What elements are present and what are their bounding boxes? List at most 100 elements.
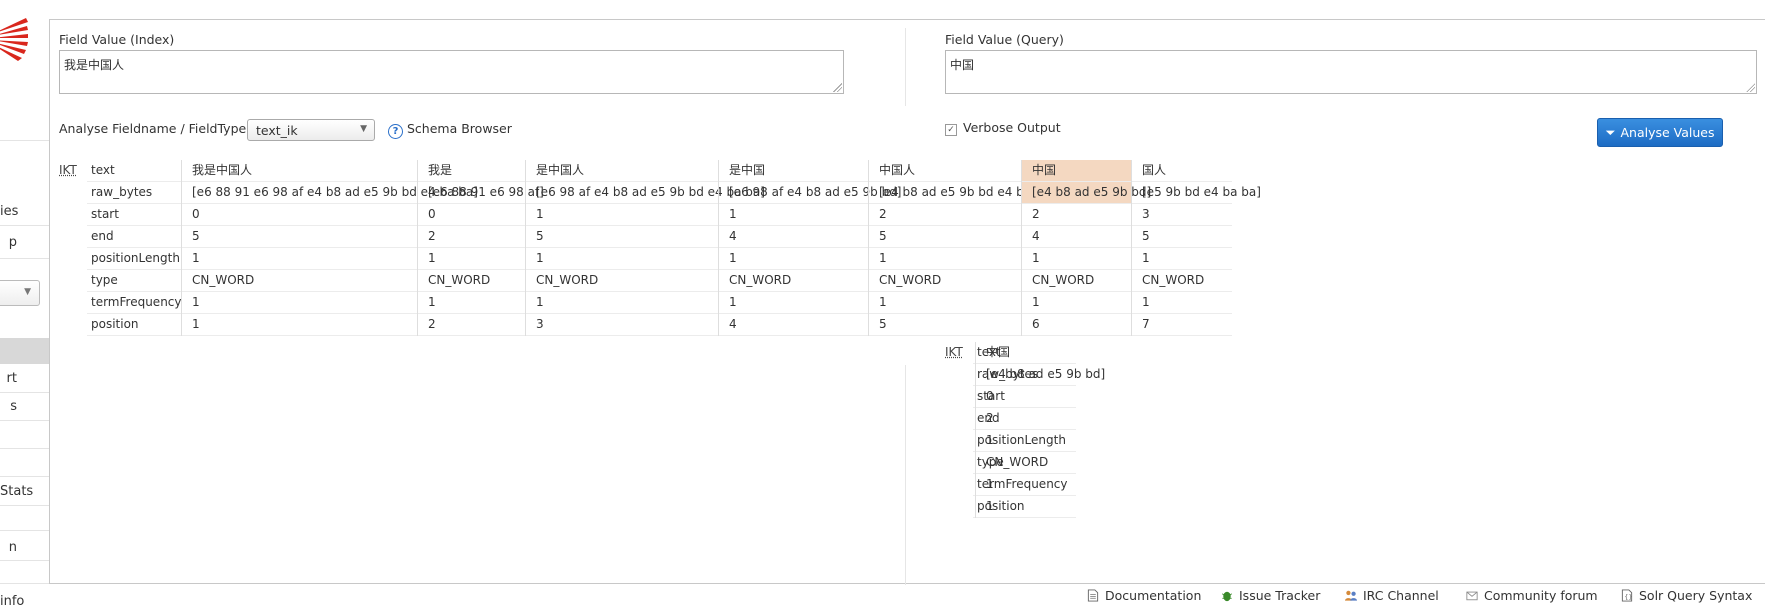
- sidebar: ies p ▼ rt s Stats n info: [0, 0, 49, 614]
- token-position-cell: 1: [976, 496, 1076, 518]
- token-end-cell: 5: [182, 226, 418, 248]
- token-position-cell: 5: [869, 314, 1022, 336]
- row-header-position: position: [87, 314, 189, 336]
- sidebar-item-dataimport[interactable]: rt: [0, 372, 49, 386]
- row-header-start: start: [87, 204, 189, 226]
- token-column: 中国人 [e4 b8 ad e5 9b bd e4 ba ba] 2 5 1 CN_WOR…: [868, 160, 1055, 336]
- checkbox-checked-icon[interactable]: ✓: [945, 124, 957, 136]
- index-field-label: Field Value (Index): [59, 32, 175, 47]
- analysis-panel: Field Value (Index) 我是中国人 Field Value (Q…: [49, 19, 1765, 585]
- token-termfrequency-cell: 1: [869, 292, 1022, 314]
- issue-tracker-link[interactable]: Issue Tracker: [1221, 588, 1320, 603]
- token-type-cell: CN_WORD: [1022, 270, 1132, 292]
- fieldtype-selected-value: text_ik: [256, 123, 298, 138]
- token-text-cell: 中国: [976, 342, 1076, 364]
- sidebar-item-replication[interactable]: n: [0, 541, 49, 555]
- sidebar-item-documents[interactable]: s: [0, 400, 49, 414]
- token-termfrequency-cell: 1: [182, 292, 418, 314]
- sidebar-item-analysis-active[interactable]: [0, 338, 49, 364]
- envelope-icon: [1466, 591, 1478, 601]
- token-termfrequency-cell: 1: [418, 292, 526, 314]
- token-text-cell: 中国人: [869, 160, 1022, 182]
- column-divider: [905, 365, 906, 585]
- token-column: 是中国 [e6 98 af e4 b8 ad e5 9b bd] 1 4 1 CN_WOR…: [718, 160, 902, 336]
- solr-query-syntax-link[interactable]: {} Solr Query Syntax: [1621, 588, 1752, 603]
- query-field-textarea[interactable]: 中国: [945, 50, 1757, 94]
- token-end-cell: 5: [869, 226, 1022, 248]
- analyse-values-label: Analyse Values: [1620, 125, 1715, 140]
- row-header-termFrequency: termFrequency: [87, 292, 189, 314]
- solr-logo[interactable]: [0, 14, 30, 64]
- community-forum-link[interactable]: Community forum: [1466, 588, 1598, 603]
- irc-channel-link[interactable]: IRC Channel: [1345, 588, 1439, 603]
- sidebar-divider: [0, 225, 49, 226]
- row-header-end: end: [87, 226, 189, 248]
- token-end-cell: 2: [976, 408, 1076, 430]
- core-selector[interactable]: ▼: [0, 280, 40, 306]
- svg-text:{}: {}: [1624, 593, 1632, 601]
- sidebar-item-plugins-stats[interactable]: Stats: [0, 485, 49, 499]
- token-raw_bytes-cell: [e6 98 af e4 b8 ad e5 9b bd]: [719, 182, 902, 204]
- token-text-cell: 我是中国人: [182, 160, 418, 182]
- row-header-text: text: [87, 160, 189, 182]
- token-end-cell: 2: [418, 226, 526, 248]
- resize-grip-icon[interactable]: [1746, 83, 1755, 92]
- sidebar-divider: [0, 530, 49, 531]
- sidebar-item-dump[interactable]: p: [0, 236, 49, 250]
- token-column: 国人 [e5 9b bd e4 ba ba] 3 5 1 CN_WORD 1 7: [1131, 160, 1261, 336]
- token-start-cell: 1: [526, 204, 719, 226]
- row-headers: text raw_bytes start end positionLength type t…: [87, 160, 189, 336]
- sidebar-item-core-admin[interactable]: ies: [0, 205, 49, 219]
- token-raw_bytes-cell: [e6 98 af e4 b8 ad e5 9b bd e4 ba ba]: [526, 182, 765, 204]
- tokenizer-prefix[interactable]: IKT: [945, 345, 963, 359]
- documentation-link[interactable]: Documentation: [1087, 588, 1201, 603]
- token-raw_bytes-cell: [e6 88 91 e6 98 af e4 b8 ad e5 9b bd e4 …: [182, 182, 478, 204]
- token-type-cell: CN_WORD: [182, 270, 418, 292]
- sidebar-divider: [0, 583, 49, 584]
- fieldtype-select[interactable]: text_ik ▼: [247, 119, 375, 141]
- row-header-positionLength: positionLength: [87, 248, 189, 270]
- token-positionlength-cell: 1: [1132, 248, 1232, 270]
- token-positionlength-cell: 1: [719, 248, 869, 270]
- token-type-cell: CN_WORD: [1132, 270, 1232, 292]
- tokenizer-prefix[interactable]: IKT: [59, 163, 77, 177]
- schema-browser-link[interactable]: ? Schema Browser: [388, 121, 512, 139]
- sidebar-divider: [0, 505, 49, 506]
- token-raw_bytes-cell: [e4 b8 ad e5 9b bd e4 ba ba]: [869, 182, 1055, 204]
- token-column: 中国 [e4 b8 ad e5 9b bd] 0 2 1 CN_WORD 1 1: [975, 342, 1105, 518]
- token-text-cell: 中国: [1022, 160, 1132, 182]
- syntax-icon: {}: [1621, 589, 1632, 602]
- sidebar-divider: [0, 258, 49, 259]
- token-column: 我是中国人 [e6 88 91 e6 98 af e4 b8 ad e5 9b b…: [181, 160, 478, 336]
- sidebar-divider: [0, 392, 49, 393]
- token-start-cell: 1: [719, 204, 869, 226]
- token-end-cell: 4: [719, 226, 869, 248]
- token-start-cell: 0: [976, 386, 1076, 408]
- token-position-cell: 3: [526, 314, 719, 336]
- index-field-textarea[interactable]: 我是中国人: [59, 50, 844, 94]
- sidebar-divider: [0, 476, 49, 477]
- token-raw_bytes-cell: [e6 88 91 e6 98 af]: [418, 182, 544, 204]
- analyse-values-button[interactable]: ⏷ Analyse Values: [1597, 118, 1723, 147]
- token-positionlength-cell: 1: [526, 248, 719, 270]
- token-text-cell: 国人: [1132, 160, 1232, 182]
- token-positionlength-cell: 1: [1022, 248, 1132, 270]
- token-type-cell: CN_WORD: [526, 270, 719, 292]
- resize-grip-icon[interactable]: [833, 83, 842, 92]
- verbose-output-toggle[interactable]: ✓ Verbose Output: [945, 120, 1061, 136]
- chevron-down-icon: ▼: [24, 287, 31, 297]
- token-termfrequency-cell: 1: [719, 292, 869, 314]
- sidebar-divider: [0, 448, 49, 449]
- sidebar-divider: [0, 560, 49, 561]
- footer: Documentation Issue Tracker IRC Channel …: [0, 587, 1766, 609]
- token-type-cell: CN_WORD: [869, 270, 1022, 292]
- token-start-cell: 2: [869, 204, 1022, 226]
- token-termfrequency-cell: 1: [526, 292, 719, 314]
- token-text-cell: 我是: [418, 160, 526, 182]
- verbose-output-label: Verbose Output: [963, 120, 1061, 135]
- token-raw_bytes-cell: [e4 b8 ad e5 9b bd]: [976, 364, 1105, 386]
- document-icon: [1087, 589, 1099, 602]
- token-column: 是中国人 [e6 98 af e4 b8 ad e5 9b bd e4 ba ba…: [525, 160, 765, 336]
- bug-icon: [1222, 591, 1232, 602]
- token-termfrequency-cell: 1: [1132, 292, 1232, 314]
